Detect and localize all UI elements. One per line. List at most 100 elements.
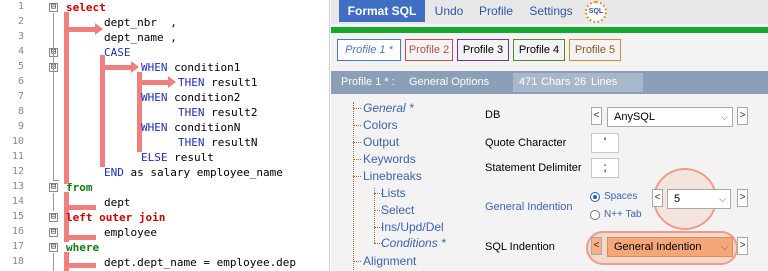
code-keyword: select (66, 1, 106, 14)
code-line: THEN result1 (178, 75, 257, 90)
tab-profile-3[interactable]: Profile 3 (457, 39, 509, 61)
code-keyword: where (66, 241, 100, 254)
delimiter-input[interactable]: ; (591, 158, 619, 178)
npp-tab-radio[interactable] (590, 210, 600, 220)
tree-item-ins-upd-del[interactable]: Ins/Upd/Del (381, 220, 444, 234)
sql-indent-prev-button[interactable]: < (591, 237, 602, 255)
quote-char-input[interactable]: ' (591, 133, 619, 153)
line-number: 12 (11, 166, 24, 177)
db-prev-button[interactable]: < (591, 107, 602, 125)
toolbar: Format SQL Undo Profile Settings SQL (331, 0, 768, 24)
tree-item-keywords[interactable]: Keywords (363, 152, 416, 166)
app-logo-icon: SQL (585, 1, 607, 23)
code-text: result1 (204, 76, 258, 89)
code-keyword: END (104, 166, 124, 179)
fold-guide-line (53, 253, 54, 271)
fold-toggle-icon[interactable]: ⊟ (49, 228, 58, 237)
tree-item-lists[interactable]: Lists (381, 186, 406, 200)
settings-menu-button[interactable]: Settings (523, 0, 579, 22)
tab-profile-5[interactable]: Profile 5 (569, 39, 621, 61)
sql-indention-select[interactable]: General Indention ⌵ (607, 237, 733, 257)
general-indention-label: General Indention (485, 201, 573, 213)
tree-branch (353, 125, 361, 126)
line-number: 5 (17, 61, 24, 72)
code-keyword: THEN (178, 76, 205, 89)
fold-toggle-icon[interactable]: ⊟ (49, 3, 58, 12)
info-lines-label: Lines (591, 76, 618, 88)
fold-guide-line (53, 193, 54, 211)
tree-item-alignment[interactable]: Alignment (363, 254, 416, 268)
code-line: END as salary employee_name (104, 165, 283, 180)
code-keyword: WHEN (141, 121, 168, 134)
info-chars-label: Chars (541, 76, 571, 88)
code-line: WHEN conditionN (141, 120, 240, 135)
code-keyword: ELSE (141, 151, 168, 164)
indent-guide-bar (64, 27, 96, 32)
line-number: 2 (17, 16, 24, 27)
chevron-down-icon: ⌵ (721, 112, 728, 122)
info-section: General Options (409, 76, 490, 88)
format-sql-button[interactable]: Format SQL (339, 0, 425, 22)
line-number: 15 (11, 211, 24, 222)
tree-branch (353, 142, 361, 143)
info-profile: Profile 1 * : (341, 76, 395, 88)
indent-arrow-icon (168, 76, 176, 88)
tree-branch (353, 261, 361, 262)
tree-guide-line (353, 102, 354, 270)
tree-item-select[interactable]: Select (381, 203, 414, 217)
chevron-down-icon: ⌵ (721, 242, 728, 252)
indent-prev-button[interactable]: < (652, 189, 663, 207)
code-keyword: from (66, 181, 93, 194)
line-number: 13 (11, 181, 24, 192)
spaces-radio[interactable] (590, 192, 600, 202)
tree-item-output[interactable]: Output (363, 135, 399, 149)
line-number: 18 (11, 256, 24, 267)
tree-item-colors[interactable]: Colors (363, 118, 398, 132)
status-bar-green (331, 27, 768, 33)
tab-profile-1[interactable]: Profile 1 * (337, 39, 401, 61)
code-text: result (167, 151, 214, 164)
indent-guide-bar (64, 12, 69, 184)
line-number: 9 (17, 121, 24, 132)
line-number: 4 (17, 46, 24, 57)
code-text: as salary employee_name (123, 166, 283, 179)
undo-button[interactable]: Undo (429, 0, 469, 22)
formatter-panel: Format SQL Undo Profile Settings SQL Pro… (331, 0, 768, 271)
line-number: 6 (17, 76, 24, 87)
line-number: 11 (11, 151, 24, 162)
db-select[interactable]: AnySQL ⌵ (607, 107, 733, 127)
tree-item-conditions[interactable]: Conditions * (381, 236, 446, 250)
line-number: 14 (11, 196, 24, 207)
code-keyword: WHEN (141, 91, 168, 104)
tree-item-linebreaks[interactable]: Linebreaks (363, 169, 422, 183)
indent-guide-bar (100, 55, 105, 167)
code-text: resultN (204, 136, 258, 149)
fold-guide-line (53, 13, 54, 181)
tree-item-general[interactable]: General * (363, 101, 414, 115)
db-label: DB (485, 109, 501, 121)
code-keyword: THEN (178, 106, 205, 119)
sql-indent-next-button[interactable]: > (737, 237, 748, 255)
quote-label: Quote Character (485, 137, 567, 149)
info-bar: Profile 1 * : General Options 471 Chars … (331, 71, 768, 94)
indent-size-select[interactable]: 5 ⌵ (667, 189, 731, 209)
tab-profile-4[interactable]: Profile 4 (513, 39, 565, 61)
code-line: THEN result2 (178, 105, 257, 120)
fold-toggle-icon[interactable]: ⊟ (49, 243, 58, 252)
code-line: employee (104, 226, 157, 239)
code-line: THEN resultN (178, 135, 257, 150)
tab-profile-2[interactable]: Profile 2 (405, 39, 453, 61)
sql-code-editor[interactable]: 1 2 3 4 5 6 7 8 9 10 11 12 13 14 15 16 1… (0, 0, 330, 271)
fold-toggle-icon[interactable]: ⊟ (49, 213, 58, 222)
code-text: conditionN (167, 121, 241, 134)
line-number: 3 (17, 31, 24, 42)
db-next-button[interactable]: > (737, 107, 748, 125)
line-number-gutter: 1 2 3 4 5 6 7 8 9 10 11 12 13 14 15 16 1… (0, 0, 36, 271)
fold-toggle-icon[interactable]: ⊟ (49, 183, 58, 192)
indent-size-value: 5 (674, 193, 681, 205)
profile-menu-button[interactable]: Profile (471, 0, 521, 22)
code-line: WHEN condition1 (141, 60, 240, 75)
code-text: condition1 (167, 61, 241, 74)
tree-branch (353, 108, 361, 109)
indent-next-button[interactable]: > (737, 189, 748, 207)
